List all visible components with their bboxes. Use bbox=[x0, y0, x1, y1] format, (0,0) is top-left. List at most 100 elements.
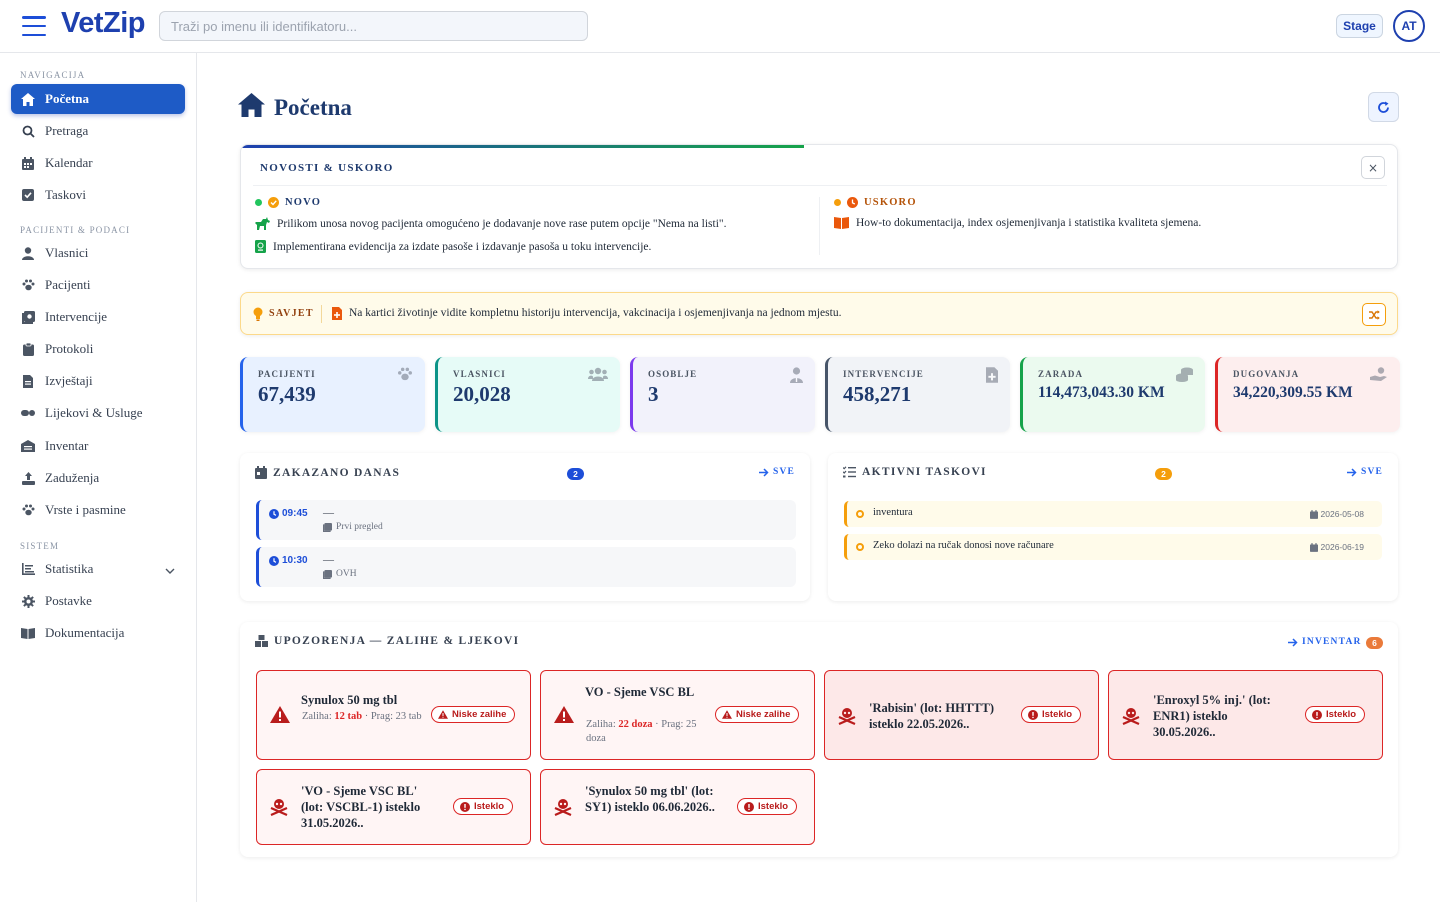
checkbox-icon bbox=[21, 188, 35, 202]
page-title: Početna bbox=[238, 93, 352, 123]
sidebar-item-pacijenti[interactable]: Pacijenti bbox=[11, 270, 185, 300]
stat-label: INTERVENCIJE bbox=[843, 369, 924, 379]
expiry-alert[interactable]: 'Synulox 50 mg tbl' (lot: SY1) isteklo 0… bbox=[540, 769, 815, 845]
alert-title: 'Rabisin' (lot: HHTTT) isteklo 22.05.202… bbox=[869, 701, 995, 731]
menu-icon[interactable] bbox=[22, 16, 46, 36]
skull-crossbones-icon bbox=[554, 798, 572, 816]
top-bar: VetZip Stage AT bbox=[0, 0, 1440, 53]
stat-card-interventions[interactable]: INTERVENCIJE 458,271 bbox=[825, 357, 1010, 432]
exclamation-circle-icon bbox=[1312, 709, 1322, 720]
paw-icon bbox=[21, 503, 35, 517]
stat-label: PACIJENTI bbox=[258, 369, 316, 379]
news-soon-heading: USKORO bbox=[834, 197, 917, 208]
task-status-icon[interactable] bbox=[856, 543, 864, 551]
sidebar-item-inventar[interactable]: Inventar bbox=[11, 431, 185, 461]
chevron-down-icon[interactable] bbox=[165, 563, 175, 579]
appointment-type: Prvi pregled bbox=[323, 522, 383, 532]
arrow-right-icon bbox=[759, 467, 769, 477]
sidebar-item-dokumentacija[interactable]: Dokumentacija bbox=[11, 618, 185, 648]
tasks-panel: AKTIVNI TASKOVI 2 SVE inventura 2026-05-… bbox=[828, 453, 1398, 601]
expiry-alert[interactable]: 'Enroxyl 5% inj.' (lot: ENR1) isteklo 30… bbox=[1108, 670, 1383, 760]
stock-alert[interactable]: VO - Sjeme VSC BL Zaliha: 22 doza · Prag… bbox=[540, 670, 815, 760]
clock-icon bbox=[269, 508, 279, 519]
inventory-link[interactable]: INVENTAR bbox=[1288, 637, 1362, 647]
news-new-heading: NOVO bbox=[255, 197, 321, 208]
sidebar-item-zaduzenja[interactable]: Zaduženja bbox=[11, 463, 185, 493]
sidebar-item-label: Vrste i pasmine bbox=[45, 502, 126, 517]
clock-icon bbox=[847, 197, 858, 208]
sidebar-item-label: Zaduženja bbox=[45, 470, 100, 485]
warning-icon bbox=[438, 710, 448, 719]
warning-icon bbox=[554, 706, 574, 723]
chart-icon bbox=[21, 562, 35, 576]
tip-label: SAVJET bbox=[269, 308, 314, 319]
sidebar-item-izvjestaji[interactable]: Izvještaji bbox=[11, 366, 185, 396]
see-all-link[interactable]: SVE bbox=[1347, 467, 1383, 477]
news-new-item: Prilikom unosa novog pacijenta omogućeno… bbox=[255, 217, 726, 230]
alert-title: 'VO - Sjeme VSC BL' (lot: VSCBL-1) istek… bbox=[301, 784, 421, 830]
stat-card-earnings[interactable]: ZARADA 114,473,043.30 KM bbox=[1020, 357, 1205, 432]
search-icon bbox=[21, 124, 35, 138]
alert-stock: Zaliha: 12 tab · Prag: 23 tab bbox=[302, 711, 422, 722]
count-badge: 6 bbox=[1366, 637, 1383, 649]
search-input[interactable] bbox=[159, 11, 588, 41]
sidebar-item-label: Početna bbox=[45, 91, 90, 106]
sidebar-item-statistika[interactable]: Statistika bbox=[11, 554, 185, 584]
stat-card-debts[interactable]: DUGOVANJA 34,220,309.55 KM bbox=[1215, 357, 1400, 432]
task-status-icon[interactable] bbox=[856, 510, 864, 518]
appointment-item[interactable]: 10:30 — OVH bbox=[256, 547, 796, 587]
shuffle-button[interactable] bbox=[1362, 303, 1386, 326]
stat-value: 34,220,309.55 KM bbox=[1233, 384, 1353, 401]
appointment-item[interactable]: 09:45 — Prvi pregled bbox=[256, 500, 796, 540]
close-button[interactable]: × bbox=[1361, 156, 1385, 179]
task-item[interactable]: Zeko dolazi na ručak donosi nove računar… bbox=[844, 534, 1382, 560]
stat-card-staff[interactable]: OSOBLJE 3 bbox=[630, 357, 815, 432]
clipboard-icon bbox=[21, 342, 35, 356]
stock-alert[interactable]: Synulox 50 mg tbl Zaliha: 12 tab · Prag:… bbox=[256, 670, 531, 760]
skull-crossbones-icon bbox=[838, 707, 856, 725]
notes-medical-icon bbox=[323, 569, 332, 579]
star-icon bbox=[268, 197, 279, 208]
expiry-alert[interactable]: 'Rabisin' (lot: HHTTT) isteklo 22.05.202… bbox=[824, 670, 1099, 760]
sidebar-item-lijekovi[interactable]: Lijekovi & Usluge bbox=[11, 398, 185, 428]
task-item[interactable]: inventura 2026-05-08 bbox=[844, 501, 1382, 527]
sidebar-item-label: Statistika bbox=[45, 561, 94, 576]
stat-card-patients[interactable]: PACIJENTI 67,439 bbox=[240, 357, 425, 432]
app-logo[interactable]: VetZip bbox=[61, 7, 146, 40]
sidebar-item-kalendar[interactable]: Kalendar bbox=[11, 148, 185, 178]
sidebar-item-label: Dokumentacija bbox=[45, 625, 125, 640]
sidebar-item-pretraga[interactable]: Pretraga bbox=[11, 116, 185, 146]
sidebar-item-intervencije[interactable]: Intervencije bbox=[11, 302, 185, 332]
avatar[interactable]: AT bbox=[1393, 10, 1425, 42]
page-title-text: Početna bbox=[274, 95, 352, 120]
appointment-patient: — bbox=[323, 554, 334, 566]
stat-label: OSOBLJE bbox=[648, 369, 698, 379]
skull-crossbones-icon bbox=[270, 798, 288, 816]
sidebar-item-vrste-pasmine[interactable]: Vrste i pasmine bbox=[11, 495, 185, 525]
sidebar-item-vlasnici[interactable]: Vlasnici bbox=[11, 238, 185, 268]
calendar-icon bbox=[1309, 542, 1318, 552]
sidebar-item-postavke[interactable]: Postavke bbox=[11, 586, 185, 616]
expiry-alert[interactable]: 'VO - Sjeme VSC BL' (lot: VSCBL-1) istek… bbox=[256, 769, 531, 845]
sidebar-item-protokoli[interactable]: Protokoli bbox=[11, 334, 185, 364]
lightbulb-icon bbox=[253, 307, 263, 321]
warnings-panel: UPOZORENJA — ZALIHE & LJEKOVI INVENTAR 6… bbox=[240, 622, 1398, 857]
horse-icon bbox=[255, 217, 270, 230]
file-medical-icon bbox=[332, 307, 342, 320]
see-all-link[interactable]: SVE bbox=[759, 467, 795, 477]
refresh-button[interactable] bbox=[1368, 92, 1399, 122]
task-text: inventura bbox=[873, 507, 913, 518]
exclamation-circle-icon bbox=[744, 801, 754, 812]
sidebar-item-pocetna[interactable]: Početna bbox=[11, 84, 185, 114]
coins-icon bbox=[1176, 367, 1193, 387]
arrow-right-icon bbox=[1288, 637, 1298, 647]
sidebar-item-taskovi[interactable]: Taskovi bbox=[11, 180, 185, 210]
scheduled-title: ZAKAZANO DANAS bbox=[255, 466, 400, 479]
status-badge: Isteklo bbox=[453, 798, 514, 815]
stat-label: ZARADA bbox=[1038, 369, 1084, 379]
environment-badge[interactable]: Stage bbox=[1336, 14, 1383, 38]
main-content: Početna NOVOSTI & USKORO × NOVO Prilikom… bbox=[198, 53, 1440, 902]
stat-card-owners[interactable]: VLASNICI 20,028 bbox=[435, 357, 620, 432]
exclamation-circle-icon bbox=[460, 801, 470, 812]
tip-text: Na kartici životinje vidite kompletnu hi… bbox=[349, 307, 842, 319]
